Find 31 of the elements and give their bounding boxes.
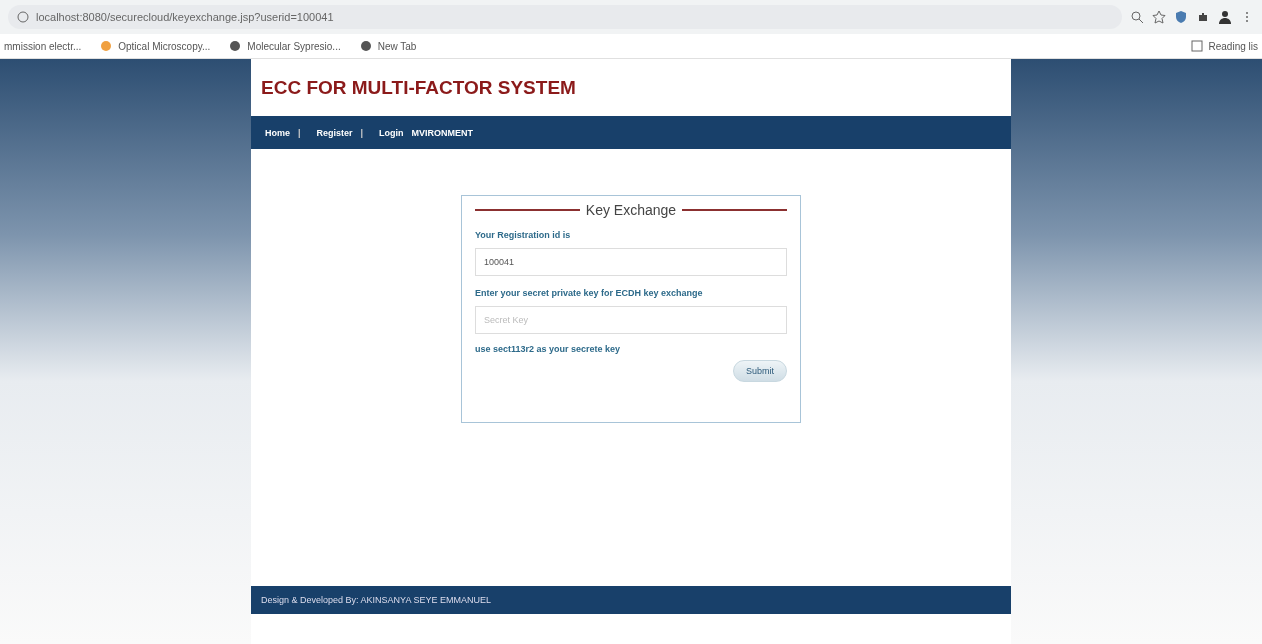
registration-id-field[interactable]: 100041: [475, 248, 787, 276]
reading-list[interactable]: Reading lis: [1189, 39, 1258, 53]
bookmark[interactable]: Optical Microscopy...: [99, 39, 211, 53]
secret-key-field[interactable]: Secret Key: [475, 306, 787, 334]
nav-link[interactable]: Register: [316, 127, 353, 138]
form-legend: Key Exchange: [585, 202, 677, 218]
list-icon: [1189, 39, 1204, 53]
avatar-icon[interactable]: [1218, 10, 1232, 24]
bookmark-icon: [228, 39, 243, 53]
bookmark-icon: [99, 39, 114, 53]
bookmark[interactable]: New Tab: [358, 39, 417, 53]
nav-separator: |: [360, 127, 364, 138]
bookmark[interactable]: mmission electr...: [4, 40, 82, 52]
bookmark-icon: [358, 39, 373, 53]
info-icon: [16, 10, 30, 24]
site-title: ECC FOR MULTI-FACTOR SYSTEM: [261, 76, 576, 99]
nav-link[interactable]: MVIRONMENT: [411, 127, 474, 138]
footer-text: Design & Developed By: AKINSANYA SEYE EMMANUEL: [261, 595, 491, 605]
nav-link[interactable]: Login: [379, 127, 404, 138]
url-text: localhost:8080/securecloud/keyexchange.jsp?userid=100041: [36, 11, 334, 23]
field-label: Enter your secret private key for ECDH key exchange: [475, 288, 704, 298]
bookmark[interactable]: Molecular Sypresio...: [228, 39, 341, 53]
nav-link[interactable]: Home: [265, 127, 290, 138]
field-label: Your Registration id is: [475, 230, 572, 240]
submit-button[interactable]: Submit: [733, 360, 787, 382]
zoom-icon[interactable]: [1130, 10, 1144, 24]
shield-icon[interactable]: [1174, 10, 1188, 24]
address-bar[interactable]: localhost:8080/securecloud/keyexchange.jsp?userid=100041: [8, 5, 1122, 29]
nav-separator: |: [298, 127, 301, 138]
star-icon[interactable]: [1152, 10, 1166, 24]
hint-text: use sect113r2 as your secrete key: [475, 344, 622, 354]
